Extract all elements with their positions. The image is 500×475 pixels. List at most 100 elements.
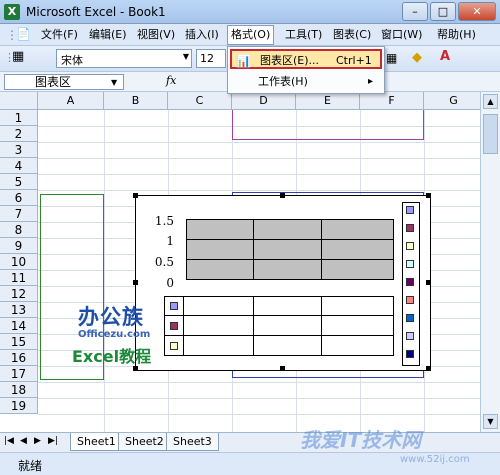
plot-area-cell	[253, 239, 322, 260]
data-table-cell	[253, 335, 322, 356]
column-header[interactable]: C	[168, 92, 232, 110]
data-table-cell	[253, 296, 322, 316]
scroll-thumb[interactable]	[483, 114, 498, 154]
menu-item-shortcut: Ctrl+1	[336, 54, 372, 67]
title-bar: X Microsoft Excel - Book1 – □ ✕	[0, 0, 500, 24]
close-button[interactable]: ✕	[458, 2, 496, 21]
next-sheet-icon[interactable]: ▶	[34, 436, 41, 446]
menu-item-chart-area[interactable]: 📊 图表区(E)... Ctrl+1	[230, 49, 382, 69]
menu-edit[interactable]: 编辑(E)	[86, 27, 130, 43]
row-header[interactable]: 1	[0, 110, 38, 126]
chart-area-icon: 📊	[236, 54, 251, 68]
menu-view[interactable]: 视图(V)	[134, 27, 178, 43]
watermark-logo: 办公族	[78, 305, 144, 329]
menu-window[interactable]: 窗口(W)	[378, 27, 425, 43]
menu-tools[interactable]: 工具(T)	[282, 27, 325, 43]
row-header[interactable]: 9	[0, 238, 38, 254]
sheet-tab[interactable]: Sheet3	[166, 433, 219, 451]
scroll-up-icon[interactable]: ▲	[483, 94, 498, 109]
resize-handle[interactable]	[426, 193, 431, 198]
row-header[interactable]: 10	[0, 254, 38, 270]
name-box[interactable]: 图表区 ▼	[4, 74, 124, 90]
data-table-cell	[321, 335, 394, 356]
legend-key	[406, 314, 414, 322]
maximize-button[interactable]: □	[430, 2, 456, 21]
resize-handle[interactable]	[280, 366, 285, 371]
column-header[interactable]: A	[38, 92, 104, 110]
row-header[interactable]: 19	[0, 398, 38, 414]
menu-help[interactable]: 帮助(H)	[434, 27, 479, 43]
resize-handle[interactable]	[426, 280, 431, 285]
plot-area-cell	[321, 259, 394, 280]
legend-key	[406, 260, 414, 268]
legend-key	[170, 302, 178, 310]
legend-key	[170, 322, 178, 330]
menu-item-worksheet[interactable]: 工作表(H) ▸	[230, 72, 382, 92]
menu-insert[interactable]: 插入(I)	[182, 27, 222, 43]
resize-handle[interactable]	[426, 366, 431, 371]
row-header[interactable]: 16	[0, 350, 38, 366]
row-header[interactable]: 8	[0, 222, 38, 238]
watermark-logo: Officezu.com	[78, 329, 151, 340]
sheet-icon[interactable]: ▦	[12, 49, 24, 64]
menu-chart[interactable]: 图表(C)	[330, 27, 374, 43]
y-tick-label: 1	[166, 234, 174, 248]
row-header[interactable]: 5	[0, 174, 38, 190]
watermark-url: www.52ij.com	[400, 454, 470, 465]
resize-handle[interactable]	[133, 193, 138, 198]
resize-handle[interactable]	[133, 280, 138, 285]
menu-file[interactable]: 文件(F)	[38, 27, 81, 43]
column-header[interactable]: E	[296, 92, 360, 110]
column-header[interactable]: B	[104, 92, 168, 110]
font-color-icon[interactable]: A	[440, 49, 450, 64]
sheet-tab[interactable]: Sheet2	[118, 433, 171, 451]
legend-key	[170, 342, 178, 350]
row-header[interactable]: 11	[0, 270, 38, 286]
legend-key	[406, 206, 414, 214]
data-table-cell	[183, 335, 254, 356]
sheet-tab[interactable]: Sheet1	[70, 433, 123, 451]
plot-area-cell	[186, 239, 254, 260]
row-header[interactable]: 2	[0, 126, 38, 142]
data-table-cell	[321, 315, 394, 336]
font-size-select[interactable]: 12	[196, 49, 226, 68]
minimize-button[interactable]: –	[402, 2, 428, 21]
font-name-select[interactable]: 宋体 ▼	[56, 49, 192, 68]
column-header[interactable]: G	[424, 92, 480, 110]
row-header[interactable]: 3	[0, 142, 38, 158]
row-header[interactable]: 18	[0, 382, 38, 398]
resize-handle[interactable]	[280, 193, 285, 198]
fill-color-icon[interactable]: ◆	[412, 50, 422, 65]
row-header[interactable]: 17	[0, 366, 38, 382]
row-header[interactable]: 14	[0, 318, 38, 334]
y-tick-label: 1.5	[154, 214, 174, 228]
row-header[interactable]: 12	[0, 286, 38, 302]
column-header[interactable]: D	[232, 92, 296, 110]
row-header[interactable]: 13	[0, 302, 38, 318]
borders-icon[interactable]: ▦	[386, 51, 397, 65]
legend-key	[406, 242, 414, 250]
row-header[interactable]: 4	[0, 158, 38, 174]
function-icon[interactable]: fx	[166, 74, 176, 87]
format-menu-dropdown: 📊 图表区(E)... Ctrl+1 工作表(H) ▸	[227, 46, 385, 94]
document-icon: 📄	[16, 27, 31, 41]
select-all-corner[interactable]	[0, 92, 38, 110]
row-header[interactable]: 6	[0, 190, 38, 206]
legend-key	[406, 332, 414, 340]
chart-area[interactable]: 1.5 1 0.5 0	[133, 193, 431, 371]
menu-format[interactable]: 格式(O)	[227, 25, 275, 45]
font-name-value: 宋体	[61, 54, 83, 67]
row-header[interactable]: 15	[0, 334, 38, 350]
row-header[interactable]: 7	[0, 206, 38, 222]
prev-sheet-icon[interactable]: ◀	[20, 436, 27, 446]
column-header[interactable]: F	[360, 92, 424, 110]
y-tick-label: 0.5	[154, 255, 174, 269]
first-sheet-icon[interactable]: |◀	[4, 436, 14, 446]
plot-area-cell	[186, 259, 254, 280]
excel-logo-icon: X	[4, 4, 20, 20]
plot-area-cell	[321, 219, 394, 240]
data-table-cell	[183, 315, 254, 336]
vertical-scrollbar[interactable]: ▲ ▼	[480, 92, 500, 432]
chevron-down-icon: ▼	[111, 78, 118, 87]
last-sheet-icon[interactable]: ▶|	[48, 436, 58, 446]
